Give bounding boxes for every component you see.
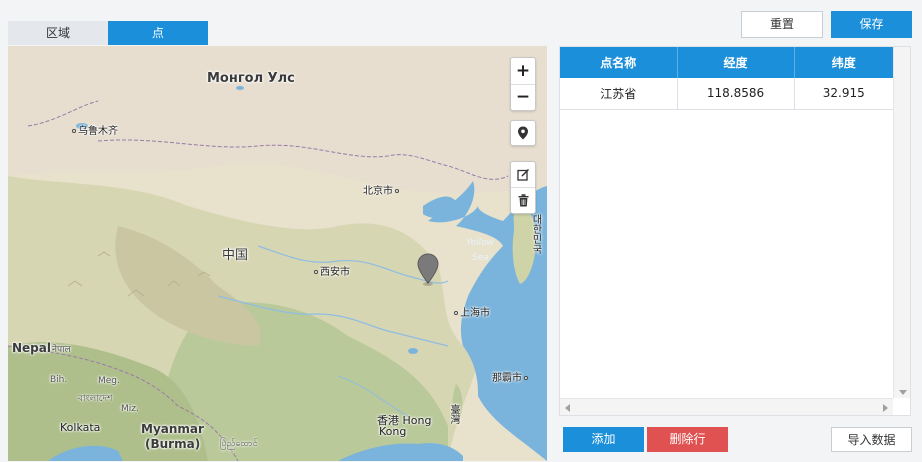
scroll-left-icon[interactable] (565, 404, 570, 412)
city-dot-icon (395, 189, 399, 193)
map-label-xian: 西安市 (314, 263, 350, 278)
edit-layers-button[interactable] (511, 162, 535, 187)
import-data-button[interactable]: 导入数据 (831, 427, 912, 452)
zoom-out-button[interactable]: − (511, 84, 535, 110)
vertical-scrollbar[interactable] (893, 47, 910, 399)
draw-marker-button[interactable] (510, 120, 536, 146)
scrollbar-corner (893, 398, 910, 415)
tab-region[interactable]: 区域 (8, 21, 108, 45)
column-header-longitude[interactable]: 经度 (677, 47, 795, 78)
map-label-urumqi: 乌鲁木齐 (72, 122, 118, 137)
delete-row-button[interactable]: 删除行 (647, 427, 728, 452)
map-label-naha: 那霸市 (492, 369, 530, 384)
city-dot-icon (454, 311, 458, 315)
city-dot-icon (314, 270, 318, 274)
column-header-latitude[interactable]: 纬度 (794, 47, 893, 78)
map-label-yellow-sea: Yellow (466, 238, 494, 248)
map-label-bangladesh: বাংলাদেশ (78, 394, 113, 404)
map-label-china: 中国 (222, 248, 249, 263)
map-label-bih: Bih. (50, 375, 68, 385)
map-label-nepal-script: नेपाल (52, 345, 71, 355)
add-row-button[interactable]: 添加 (563, 427, 644, 452)
map-label-beijing: 北京市 (363, 182, 401, 197)
city-name: 上海市 (460, 308, 490, 319)
data-grid: 点名称 经度 纬度 江苏省 118.8586 32.915 (560, 47, 893, 110)
map-label-myanmar-2: (Burma) (145, 437, 201, 451)
map-label-yellow-sea-2: Sea (472, 253, 489, 263)
city-dot-icon (524, 376, 528, 380)
zoom-in-button[interactable]: + (511, 58, 535, 84)
plus-icon: + (515, 60, 531, 81)
map-label-hongkong-2: Kong (379, 425, 407, 438)
edit-icon (516, 168, 529, 181)
cell-name[interactable]: 江苏省 (560, 78, 678, 110)
city-name: 西安市 (320, 267, 350, 278)
delete-layers-button[interactable] (511, 187, 535, 212)
column-header-name[interactable]: 点名称 (560, 47, 678, 78)
table-row[interactable]: 江苏省 118.8586 32.915 (560, 78, 893, 110)
map-marker-icon[interactable] (416, 253, 440, 287)
map-label-taiwan: 臺灣 (448, 404, 459, 424)
zoom-control: + − (510, 57, 536, 111)
map-label-meg: Meg. (98, 376, 120, 386)
save-button[interactable]: 保存 (831, 11, 912, 38)
cell-latitude[interactable]: 32.915 (794, 78, 893, 110)
map-label-myanmar-script: ပြည်ထောင် (220, 439, 258, 449)
city-name: 那霸市 (492, 373, 522, 384)
points-table: 点名称 经度 纬度 江苏省 118.8586 32.915 (559, 46, 911, 416)
map-label-miz: Miz. (121, 404, 139, 414)
tab-bar: 区域 点 (8, 21, 208, 45)
map-label-mongolia: Монгол Улс (207, 71, 295, 86)
minus-icon: − (515, 87, 531, 107)
map-label-kolkata: Kolkata (60, 421, 101, 434)
edit-toolbar (510, 161, 536, 214)
map-label-korea: 대한민국 (530, 214, 541, 254)
trash-icon (518, 193, 528, 206)
map-label-shanghai: 上海市 (454, 304, 490, 319)
map-label-myanmar: Myanmar (141, 422, 204, 436)
scroll-right-icon[interactable] (883, 404, 888, 412)
table-header-row: 点名称 经度 纬度 (560, 47, 893, 78)
location-pin-icon (518, 126, 528, 140)
horizontal-scrollbar[interactable] (560, 398, 893, 415)
map-view[interactable]: Монгол Улс 乌鲁木齐 北京市 中国 西安市 上海市 那霸市 香港 Ho… (8, 46, 547, 461)
tab-point[interactable]: 点 (108, 21, 208, 45)
map-label-nepal: Nepal (12, 341, 51, 355)
cell-longitude[interactable]: 118.8586 (677, 78, 795, 110)
city-name: 北京市 (363, 186, 393, 197)
city-name: 乌鲁木齐 (78, 126, 118, 137)
scroll-down-icon[interactable] (899, 390, 907, 395)
reset-button[interactable]: 重置 (741, 11, 823, 38)
city-dot-icon (72, 129, 76, 133)
